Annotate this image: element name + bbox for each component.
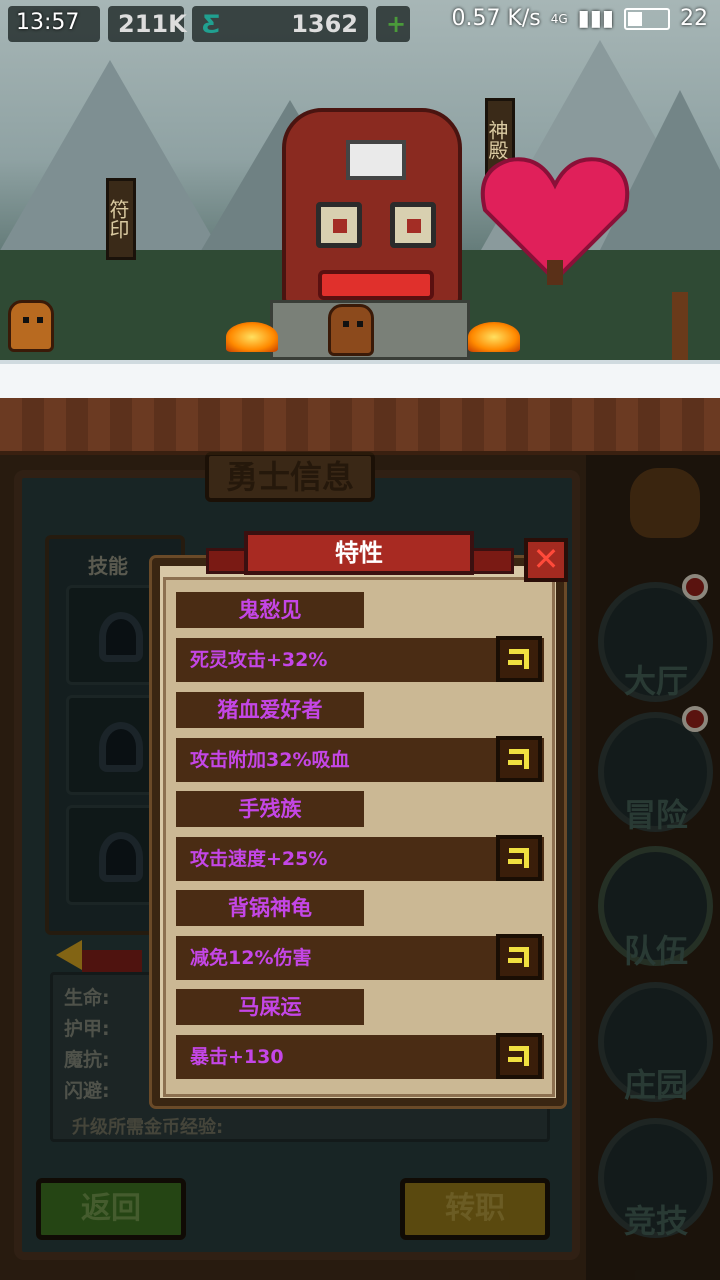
snow-ground	[0, 360, 720, 400]
trait-reroll-button-5[interactable]	[496, 1033, 542, 1079]
network-speed: 0.57 K/s	[451, 6, 541, 31]
reroll-icon	[509, 848, 529, 868]
reroll-icon	[509, 749, 529, 769]
trait-effect-1: 死灵攻击+32%	[190, 649, 328, 671]
trait-effect-5: 暴击+130	[190, 1046, 284, 1068]
player-character[interactable]	[328, 304, 374, 356]
fire-left-icon	[226, 322, 278, 352]
npc-warrior[interactable]	[8, 300, 54, 352]
trait-row-2: 攻击附加32%吸血	[176, 736, 544, 782]
trait-reroll-button-1[interactable]	[496, 636, 542, 682]
trait-reroll-button-2[interactable]	[496, 736, 542, 782]
trait-name-4: 背锅神龟	[176, 890, 364, 926]
trait-reroll-button-4[interactable]	[496, 934, 542, 980]
battery-level: 22	[680, 6, 708, 31]
sign-seal[interactable]: 符印	[106, 178, 136, 260]
reroll-icon	[509, 947, 529, 967]
trait-name-3: 手残族	[176, 791, 364, 827]
trait-row-4: 减免12%伤害	[176, 934, 544, 980]
totem-mouth	[318, 270, 434, 300]
battery-icon	[624, 7, 670, 30]
trait-reroll-button-3[interactable]	[496, 835, 542, 881]
trait-effect-4: 减免12%伤害	[190, 947, 312, 969]
traits-dialog-title: 特性	[244, 531, 474, 575]
totem-eye-left	[316, 202, 362, 248]
system-status: 0.57 K/s 4G ▮▮▮ 22	[451, 6, 708, 31]
trait-name-2: 猪血爱好者	[176, 692, 364, 728]
fire-right-icon	[468, 322, 520, 352]
resource-gems: Ƹ 1362	[192, 6, 368, 42]
signal-icon: ▮▮▮	[577, 6, 614, 31]
dirt-ground	[0, 398, 720, 455]
gem-count: 1362	[291, 10, 358, 38]
reroll-icon	[509, 1046, 529, 1066]
close-button[interactable]: ✕	[524, 538, 568, 582]
temple-scene: 符印 神殿	[0, 0, 720, 455]
trait-effect-3: 攻击速度+25%	[190, 848, 328, 870]
network-type: 4G	[550, 11, 568, 26]
trait-name-5: 马屎运	[176, 989, 364, 1025]
add-resource-icon[interactable]: +	[376, 6, 410, 42]
status-time: 13:57	[16, 10, 80, 35]
totem-eye-right	[390, 202, 436, 248]
signpost-icon	[672, 292, 688, 362]
gem-icon: Ƹ	[202, 10, 221, 38]
trait-name-1: 鬼愁见	[176, 592, 364, 628]
reroll-icon	[509, 649, 529, 669]
game-screen: { "status_bar": { "time": "13:57", "reso…	[0, 0, 720, 1280]
trait-row-5: 暴击+130	[176, 1033, 544, 1079]
trait-effect-2: 攻击附加32%吸血	[190, 749, 350, 771]
resource-gold: 211K	[108, 6, 187, 42]
heart-tree[interactable]	[475, 150, 635, 285]
trait-row-1: 死灵攻击+32%	[176, 636, 544, 682]
temple-totem[interactable]	[282, 108, 462, 308]
totem-gem	[346, 140, 406, 180]
trait-row-3: 攻击速度+25%	[176, 835, 544, 881]
